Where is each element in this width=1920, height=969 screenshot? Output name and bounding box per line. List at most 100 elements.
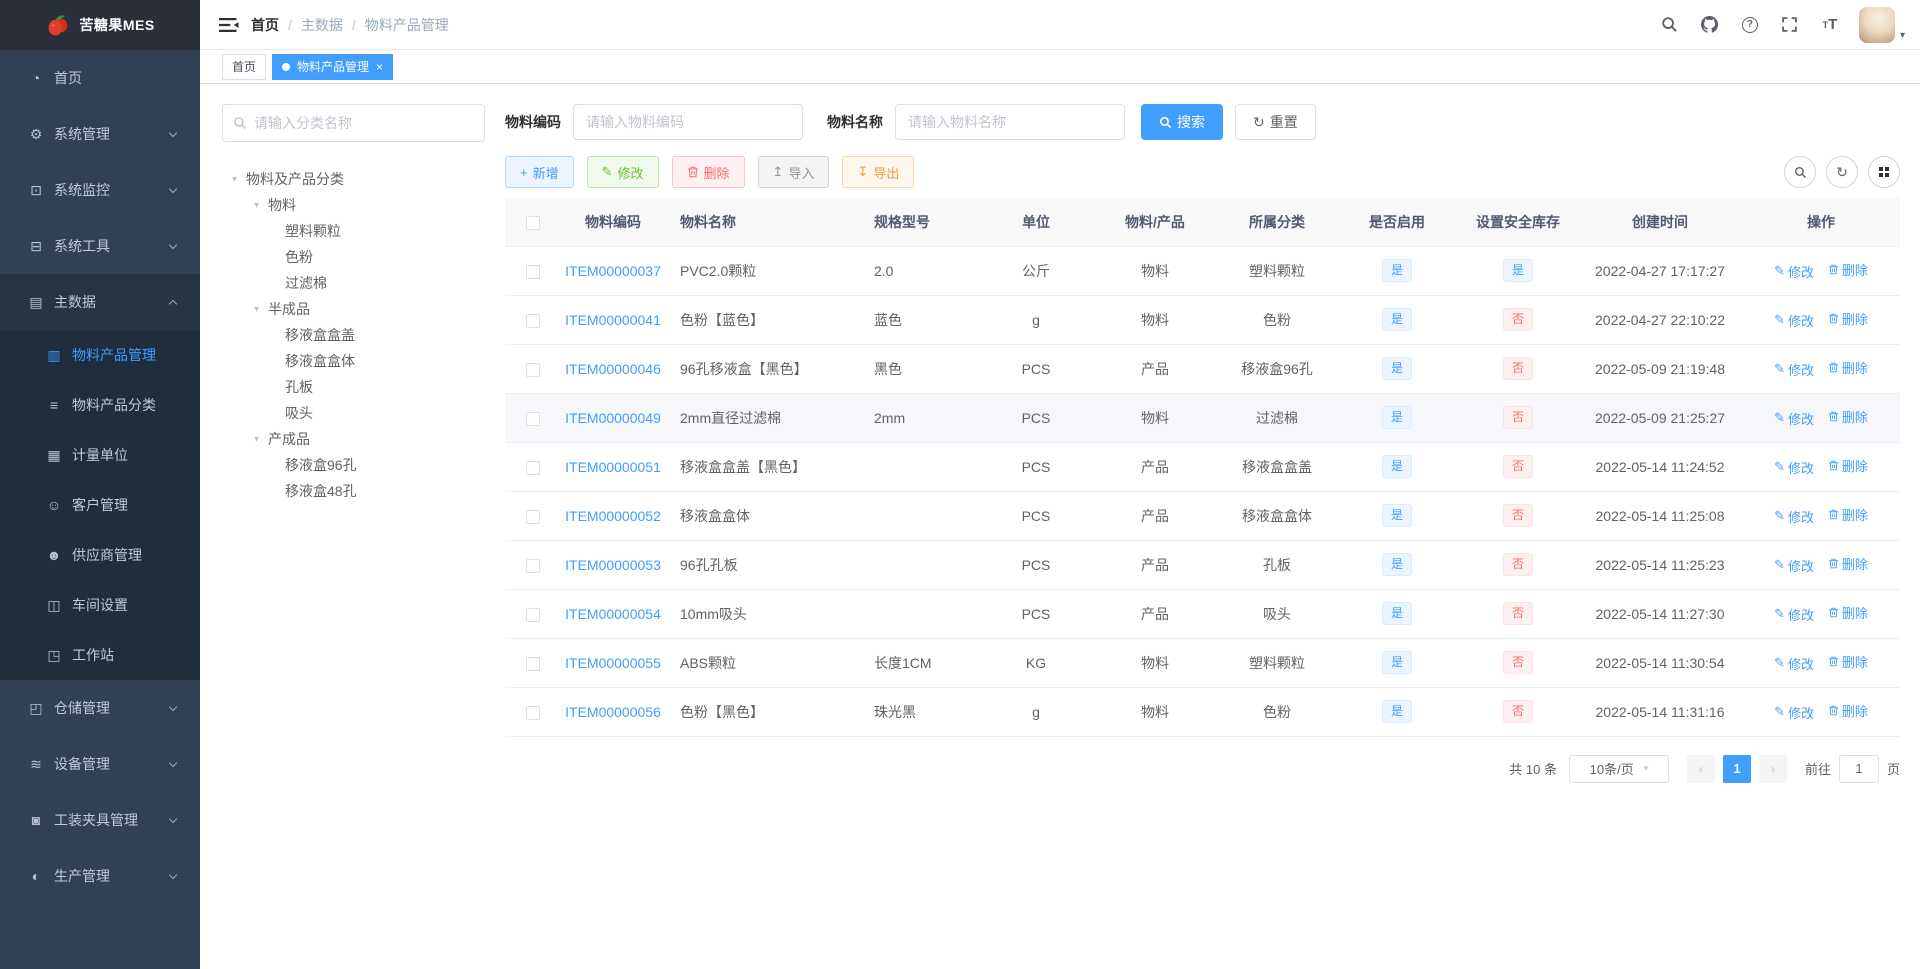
row-delete-link[interactable]: 删除: [1828, 456, 1868, 475]
user-menu[interactable]: ▾: [1858, 6, 1905, 43]
row-edit-link[interactable]: ✎ 修改: [1774, 458, 1814, 477]
row-edit-link[interactable]: ✎ 修改: [1774, 311, 1814, 330]
tree-node[interactable]: 移液盒96孔: [222, 452, 485, 478]
item-code-link[interactable]: ITEM00000046: [565, 361, 661, 377]
sidebar-toggle-icon[interactable]: [219, 15, 239, 35]
item-code-link[interactable]: ITEM00000051: [565, 459, 661, 475]
tree-node[interactable]: 过滤棉: [222, 270, 485, 296]
name-filter-input[interactable]: [895, 104, 1125, 140]
sidebar-item-tooling-mgmt[interactable]: ◙ 工装夹具管理: [0, 792, 200, 848]
github-icon[interactable]: [1697, 12, 1723, 38]
row-edit-link[interactable]: ✎ 修改: [1774, 605, 1814, 624]
row-delete-link[interactable]: 删除: [1828, 358, 1868, 377]
tree-node[interactable]: ▾ 物料: [222, 192, 485, 218]
select-all-checkbox[interactable]: [525, 215, 540, 230]
sidebar-item-item-mgmt[interactable]: ▥ 物料产品管理: [0, 330, 200, 380]
row-delete-link[interactable]: 删除: [1828, 701, 1868, 720]
sidebar-item-measure-unit[interactable]: ▦ 计量单位: [0, 430, 200, 480]
row-edit-link[interactable]: ✎ 修改: [1774, 409, 1814, 428]
row-delete-link[interactable]: 删除: [1828, 505, 1868, 524]
refresh-button[interactable]: ↻: [1826, 156, 1858, 188]
tree-node[interactable]: ▾ 物料及产品分类: [222, 166, 485, 192]
row-delete-link[interactable]: 删除: [1828, 652, 1868, 671]
item-code-link[interactable]: ITEM00000053: [565, 557, 661, 573]
row-edit-link[interactable]: ✎ 修改: [1774, 262, 1814, 281]
row-checkbox[interactable]: [525, 264, 540, 279]
sidebar-item-production-mgmt[interactable]: ◐ 生产管理: [0, 848, 200, 904]
tree-node[interactable]: 色粉: [222, 244, 485, 270]
row-checkbox[interactable]: [525, 313, 540, 328]
sidebar-item-customer-mgmt[interactable]: ☺ 客户管理: [0, 480, 200, 530]
goto-page-input[interactable]: [1838, 754, 1879, 783]
row-checkbox[interactable]: [525, 460, 540, 475]
row-edit-link[interactable]: ✎ 修改: [1774, 360, 1814, 379]
tree-node[interactable]: ▾ 产成品: [222, 426, 485, 452]
row-edit-link[interactable]: ✎ 修改: [1774, 556, 1814, 575]
close-icon[interactable]: ×: [376, 61, 383, 73]
tree-node[interactable]: 孔板: [222, 374, 485, 400]
prev-page-button[interactable]: ‹: [1686, 754, 1715, 783]
row-delete-link[interactable]: 删除: [1828, 554, 1868, 573]
tree-node[interactable]: 塑料颗粒: [222, 218, 485, 244]
sidebar-item-master-data[interactable]: ▤ 主数据: [0, 274, 200, 330]
sidebar-item-home[interactable]: ◔ 首页: [0, 50, 200, 106]
item-code-link[interactable]: ITEM00000037: [565, 263, 661, 279]
export-button[interactable]: ↧ 导出: [842, 156, 915, 188]
view-tab[interactable]: 物料产品管理 ×: [272, 53, 394, 80]
next-page-button[interactable]: ›: [1758, 754, 1787, 783]
row-delete-link[interactable]: 删除: [1828, 309, 1868, 328]
item-code-link[interactable]: ITEM00000054: [565, 606, 661, 622]
sidebar-item-system-monitor[interactable]: ⊡ 系统监控: [0, 162, 200, 218]
search-button[interactable]: 搜索: [1141, 104, 1223, 140]
tree-node[interactable]: 吸头: [222, 400, 485, 426]
row-delete-link[interactable]: 删除: [1828, 603, 1868, 622]
tree-node[interactable]: 移液盒48孔: [222, 478, 485, 504]
toggle-search-button[interactable]: [1784, 156, 1816, 188]
tree-node[interactable]: 移液盒盒盖: [222, 322, 485, 348]
font-size-icon[interactable]: TT: [1817, 12, 1843, 38]
item-code-link[interactable]: ITEM00000041: [565, 312, 661, 328]
row-checkbox[interactable]: [525, 411, 540, 426]
help-icon[interactable]: ?: [1737, 12, 1763, 38]
import-button[interactable]: ↥ 导入: [757, 156, 830, 188]
sidebar-item-workshop-setup[interactable]: ◫ 车间设置: [0, 580, 200, 630]
tree-search-input[interactable]: [254, 115, 474, 131]
breadcrumb-home[interactable]: 首页: [251, 15, 279, 35]
row-checkbox[interactable]: [525, 705, 540, 720]
row-delete-link[interactable]: 删除: [1828, 407, 1868, 426]
row-edit-link[interactable]: ✎ 修改: [1774, 654, 1814, 673]
row-checkbox[interactable]: [525, 362, 540, 377]
fullscreen-icon[interactable]: [1777, 12, 1803, 38]
tree-node[interactable]: ▾ 半成品: [222, 296, 485, 322]
item-code-link[interactable]: ITEM00000056: [565, 704, 661, 720]
page-size-select[interactable]: 10条/页 ▾: [1568, 754, 1669, 783]
row-checkbox[interactable]: [525, 656, 540, 671]
row-checkbox[interactable]: [525, 558, 540, 573]
delete-button[interactable]: 删除: [671, 156, 745, 188]
page-number-active[interactable]: 1: [1722, 754, 1751, 783]
edit-button[interactable]: ✎ 修改: [586, 156, 659, 188]
reset-button[interactable]: ↻ 重置: [1235, 104, 1316, 140]
code-filter-input[interactable]: [573, 104, 803, 140]
brand[interactable]: 苦糖果MES: [0, 0, 200, 50]
sidebar-item-workstation[interactable]: ◳ 工作站: [0, 630, 200, 680]
sidebar-item-item-category[interactable]: ≡ 物料产品分类: [0, 380, 200, 430]
row-edit-link[interactable]: ✎ 修改: [1774, 703, 1814, 722]
sidebar-item-system-mgmt[interactable]: ⚙ 系统管理: [0, 106, 200, 162]
search-icon[interactable]: [1657, 12, 1683, 38]
item-code-link[interactable]: ITEM00000055: [565, 655, 661, 671]
add-button[interactable]: + 新增: [505, 156, 574, 188]
sidebar-item-supplier-mgmt[interactable]: ☻ 供应商管理: [0, 530, 200, 580]
columns-button[interactable]: [1868, 156, 1900, 188]
item-code-link[interactable]: ITEM00000052: [565, 508, 661, 524]
row-delete-link[interactable]: 删除: [1828, 260, 1868, 279]
row-checkbox[interactable]: [525, 509, 540, 524]
sidebar-item-warehouse-mgmt[interactable]: ◰ 仓储管理: [0, 680, 200, 736]
sidebar-item-system-tools[interactable]: ⊟ 系统工具: [0, 218, 200, 274]
row-edit-link[interactable]: ✎ 修改: [1774, 507, 1814, 526]
sidebar-item-equipment-mgmt[interactable]: ≋ 设备管理: [0, 736, 200, 792]
view-tab[interactable]: 首页 ×: [222, 53, 267, 80]
row-checkbox[interactable]: [525, 607, 540, 622]
item-code-link[interactable]: ITEM00000049: [565, 410, 661, 426]
tree-node[interactable]: 移液盒盒体: [222, 348, 485, 374]
